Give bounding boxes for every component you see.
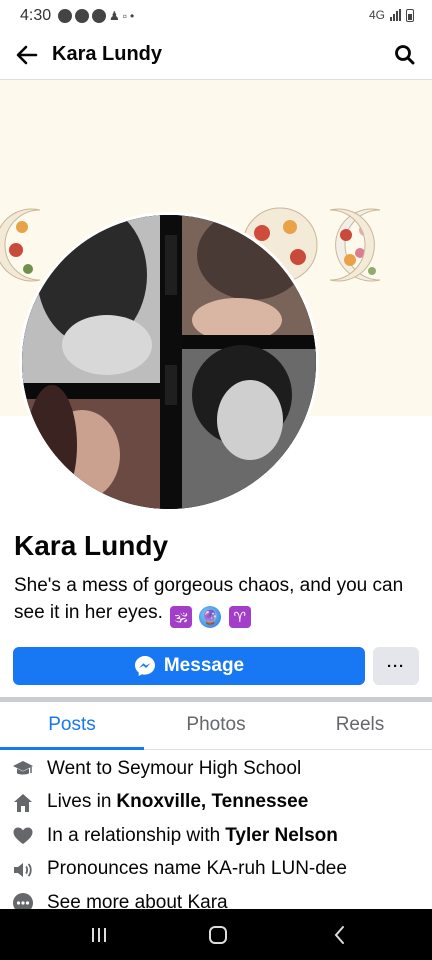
notification-icons: ♟ ▫ • — [58, 9, 134, 23]
network-type: 4G — [368, 8, 385, 22]
speaker-icon — [14, 862, 32, 877]
intro-pronunciation-text: Pronounces name KA-ruh LUN-dee — [47, 858, 347, 880]
back-button-icon[interactable] — [327, 922, 353, 948]
home-button-icon[interactable] — [205, 922, 231, 948]
more-options-button[interactable]: ··· — [373, 647, 419, 685]
intro-details: Went to Seymour High School Lives in Kno… — [0, 752, 432, 920]
search-icon[interactable] — [390, 40, 420, 70]
om-symbol-emoji: 🕉 — [170, 606, 193, 628]
system-navigation-bar — [0, 909, 432, 960]
profile-bio: She's a mess of gorgeous chaos, and you … — [14, 572, 414, 628]
intro-pronunciation: Pronounces name KA-ruh LUN-dee — [0, 853, 432, 887]
graduation-cap-icon — [13, 761, 33, 775]
message-button-label: Message — [163, 655, 245, 676]
profile-tabs: Posts Photos Reels — [0, 702, 432, 750]
home-icon — [14, 793, 32, 812]
intro-partner-link[interactable]: Tyler Nelson — [225, 825, 338, 847]
intro-relationship-text: In a relationship with — [47, 824, 221, 846]
tab-photos[interactable]: Photos — [144, 702, 288, 749]
messenger-notification-icon — [92, 9, 106, 23]
page-title: Kara Lundy — [52, 43, 163, 65]
more-notifications-indicator: • — [130, 9, 135, 23]
message-button[interactable]: Message — [13, 647, 365, 685]
messenger-notification-icon — [58, 9, 72, 23]
recent-apps-icon[interactable] — [86, 922, 112, 948]
status-bar: 4:30 ♟ ▫ • 4G — [0, 0, 432, 32]
profile-picture[interactable] — [19, 212, 319, 512]
tab-posts[interactable]: Posts — [0, 702, 144, 750]
signal-icon — [390, 9, 401, 21]
profile-photo-collage — [22, 215, 316, 509]
intro-location-text: Lives in — [47, 791, 112, 813]
intro-relationship: In a relationship with Tyler Nelson — [0, 819, 432, 853]
crystal-ball-emoji: 🔮 — [199, 606, 222, 628]
messenger-icon — [134, 656, 155, 676]
arrow-left-icon[interactable] — [12, 40, 42, 70]
intro-education-text: Went to Seymour High School — [47, 757, 302, 779]
profile-name: Kara Lundy — [14, 530, 169, 561]
messenger-notification-icon — [75, 9, 89, 23]
people-notification-icon: ♟ — [109, 9, 120, 23]
top-app-bar: Kara Lundy — [0, 32, 432, 80]
heart-icon — [13, 827, 33, 844]
system-status-icons: 4G — [369, 8, 414, 22]
status-time: 4:30 — [20, 7, 52, 24]
aries-emoji: ♈ — [228, 606, 251, 628]
intro-location: Lives in Knoxville, Tennessee — [0, 786, 432, 820]
film-strip-collage-image — [22, 215, 316, 509]
intro-education: Went to Seymour High School — [0, 752, 432, 786]
tab-reels[interactable]: Reels — [288, 702, 432, 749]
battery-icon — [406, 8, 414, 22]
chat-notification-icon: ▫ — [122, 9, 128, 23]
intro-location-link[interactable]: Knoxville, Tennessee — [116, 791, 308, 813]
